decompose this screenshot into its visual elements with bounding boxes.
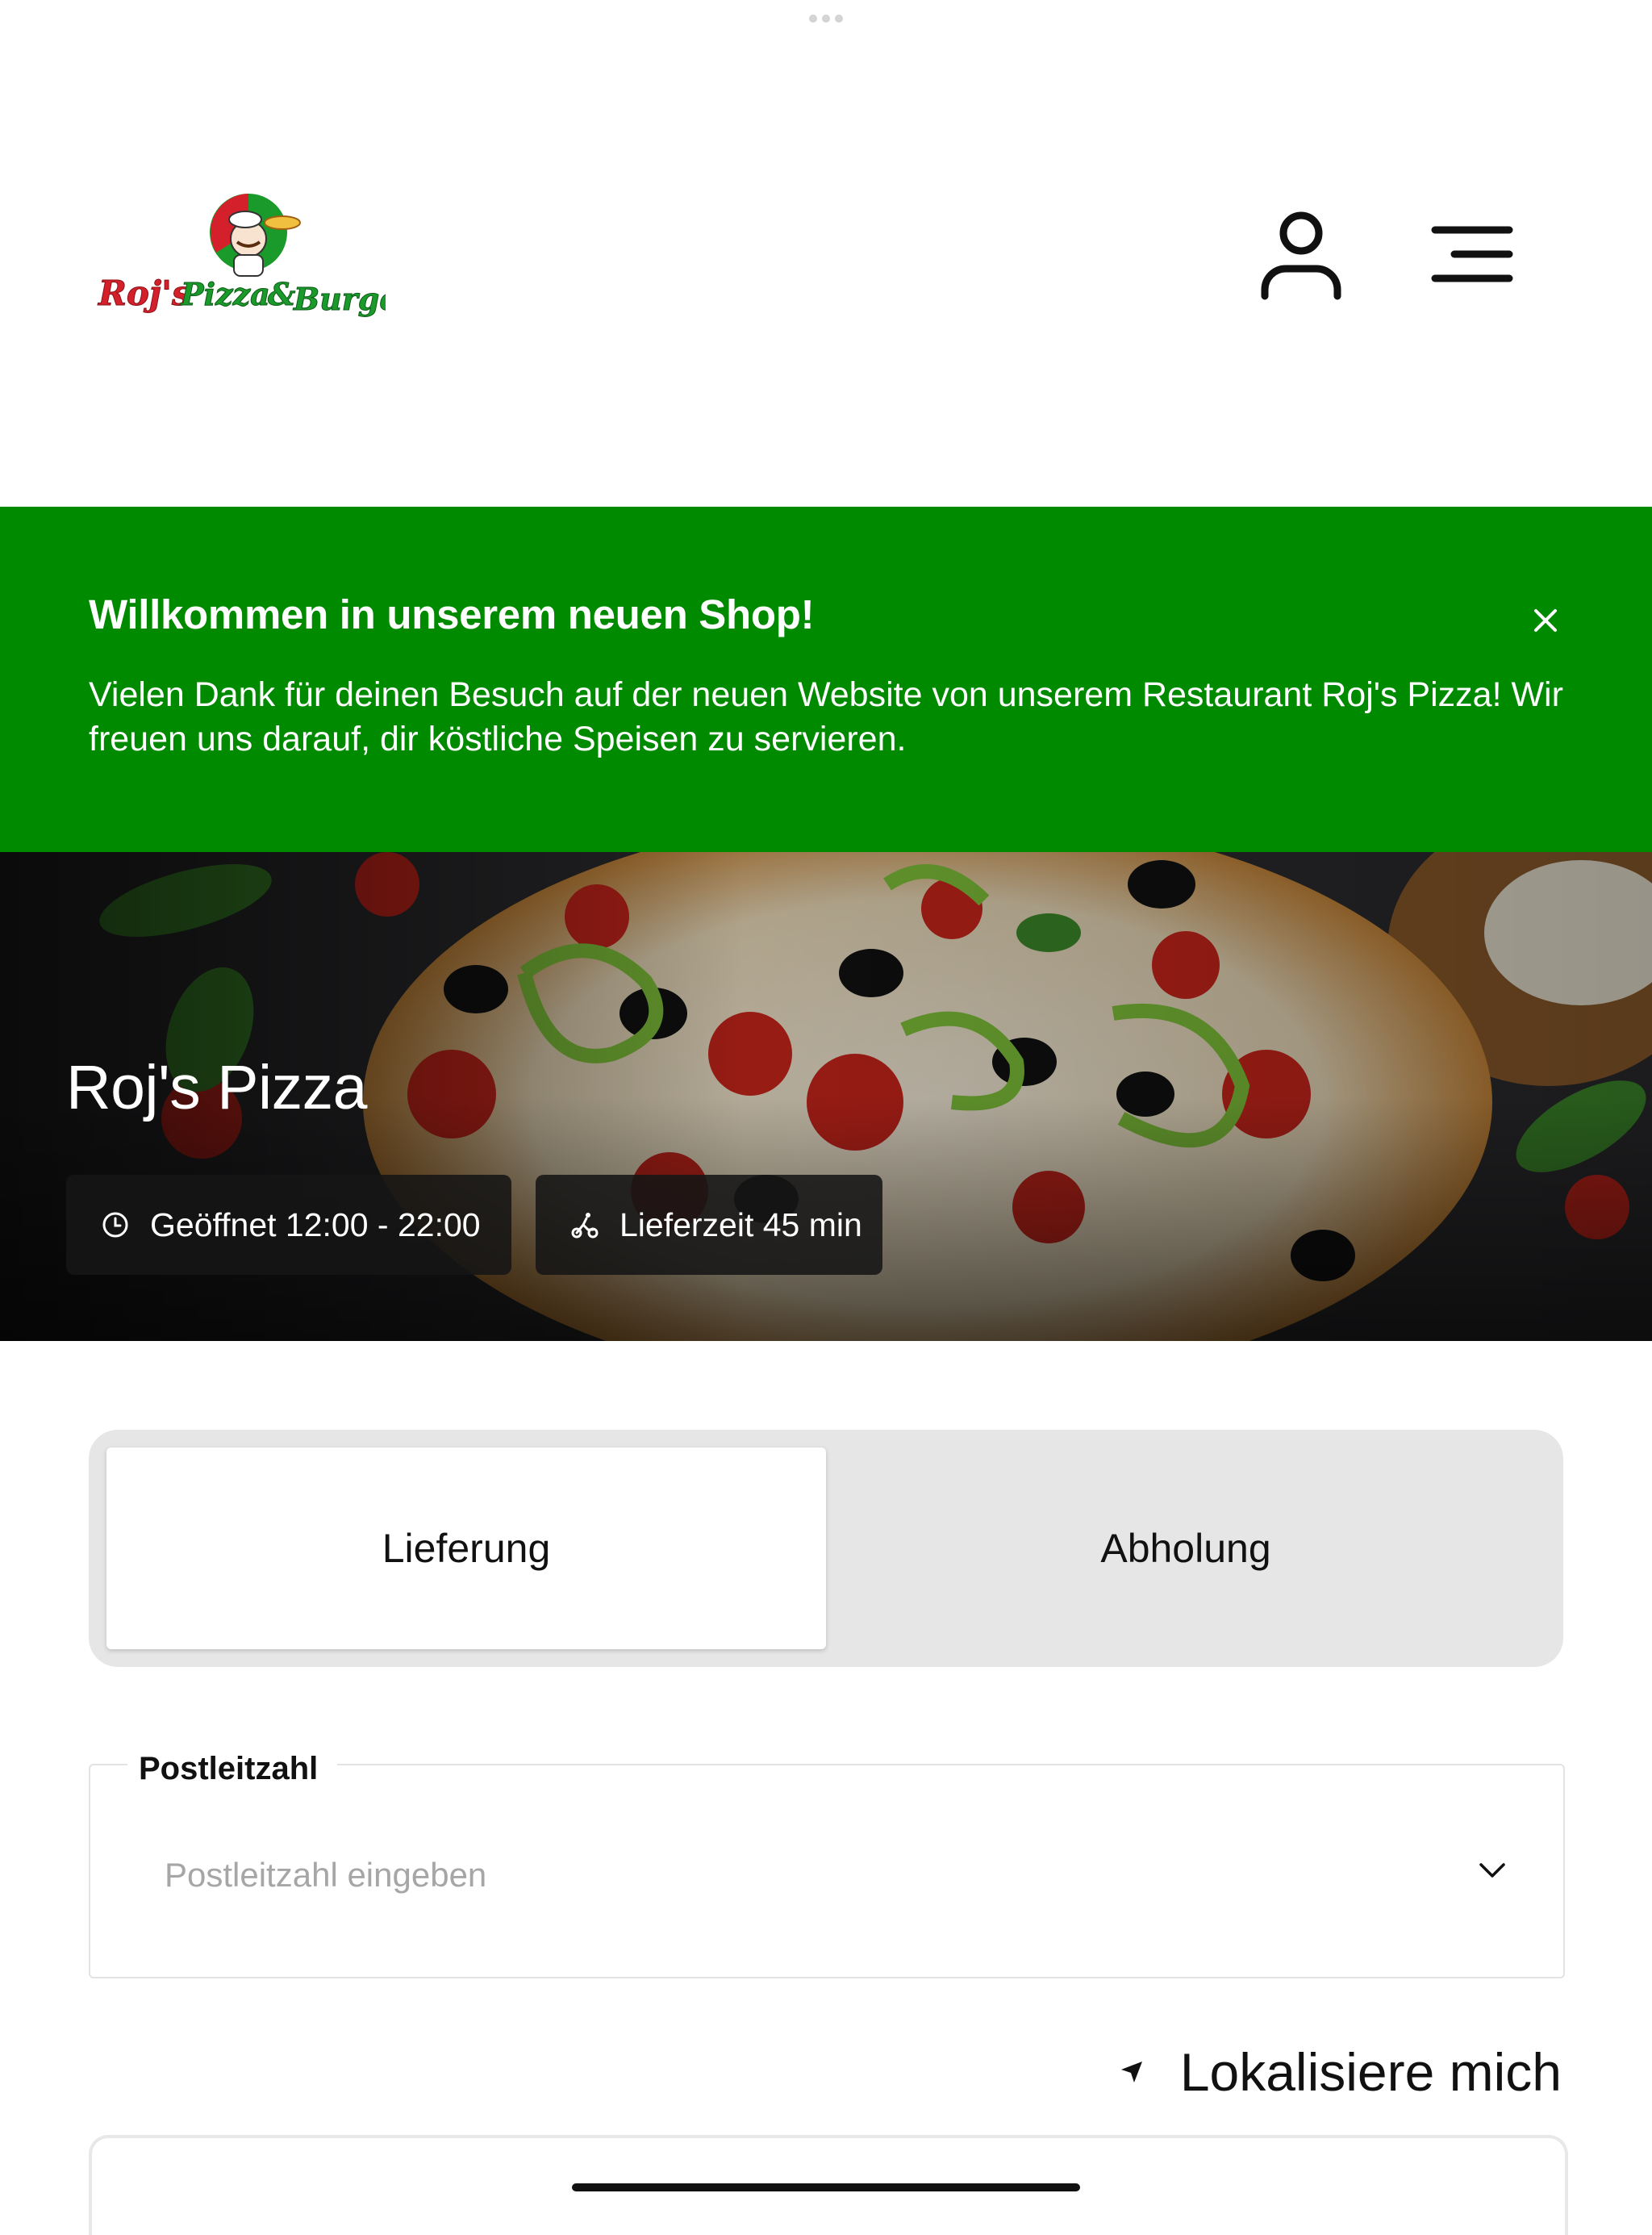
account-button[interactable] (1249, 202, 1354, 307)
welcome-banner: Willkommen in unserem neuen Shop! Vielen… (0, 507, 1652, 852)
locate-me-label: Lokalisiere mich (1179, 2042, 1562, 2102)
postcode-input[interactable] (163, 1846, 1376, 1904)
svg-text:&: & (268, 276, 295, 312)
banner-close-button[interactable] (1525, 599, 1566, 641)
close-icon (1534, 609, 1557, 632)
chevron-down-icon (1479, 1863, 1505, 1878)
scooter-icon (569, 1209, 600, 1240)
hero-section: Roj's Pizza Geöffnet 12:00 - 22:00 Liefe… (0, 852, 1652, 1341)
menu-icon (1431, 226, 1513, 282)
svg-text:Roj's: Roj's (98, 274, 191, 313)
postcode-dropdown-toggle[interactable] (1468, 1846, 1516, 1895)
logo[interactable]: Roj's Pizza & Burger (95, 192, 418, 321)
location-arrow-icon (1116, 2056, 1148, 2088)
svg-text:Pizza: Pizza (180, 276, 270, 312)
opening-hours-badge: Geöffnet 12:00 - 22:00 (66, 1175, 511, 1275)
tab-lieferung[interactable]: Lieferung (106, 1448, 826, 1649)
menu-button[interactable] (1424, 210, 1521, 299)
order-mode-toggle: Lieferung Abholung (89, 1430, 1563, 1667)
opening-hours-label: Geöffnet 12:00 - 22:00 (150, 1205, 481, 1243)
user-icon (1261, 211, 1341, 300)
postcode-field: Postleitzahl (89, 1751, 1565, 1978)
locate-me-button[interactable]: Lokalisiere mich (1116, 2041, 1562, 2103)
banner-text: Vielen Dank für deinen Besuch auf der ne… (89, 675, 1563, 758)
banner-title: Willkommen in unserem neuen Shop! (89, 591, 815, 637)
delivery-time-badge: Lieferzeit 45 min (536, 1175, 882, 1275)
delivery-time-label: Lieferzeit 45 min (620, 1205, 862, 1243)
tab-abholung[interactable]: Abholung (826, 1448, 1546, 1649)
site-header: Roj's Pizza & Burger (0, 0, 1652, 507)
svg-text:Burger: Burger (293, 281, 386, 317)
home-indicator[interactable] (572, 2183, 1080, 2191)
postcode-label: Postleitzahl (127, 1751, 338, 1787)
clock-icon (100, 1209, 131, 1240)
restaurant-name: Roj's Pizza (66, 1053, 367, 1122)
